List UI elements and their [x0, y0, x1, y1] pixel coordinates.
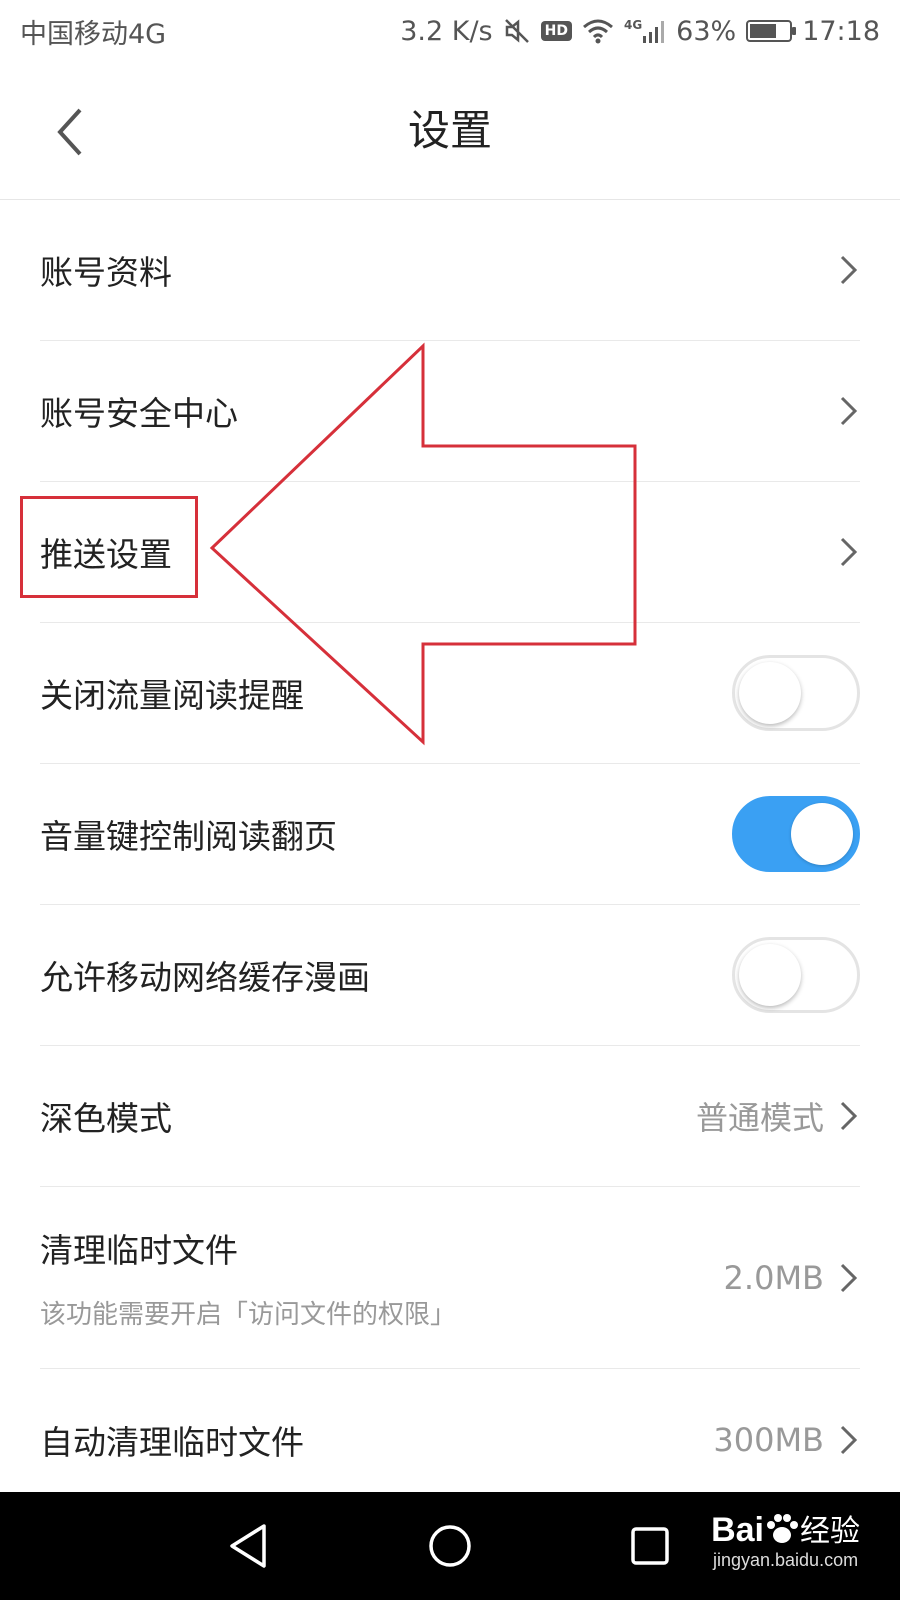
nav-recents-icon[interactable]	[622, 1518, 678, 1574]
carrier-label: 中国移动4G	[20, 18, 167, 50]
setting-label: 自动清理临时文件	[40, 1422, 304, 1462]
chevron-right-icon	[840, 1101, 858, 1131]
setting-dark-mode[interactable]: 深色模式 普通模式	[40, 1046, 860, 1187]
chevron-right-icon	[840, 396, 858, 426]
setting-label: 允许移动网络缓存漫画	[40, 958, 370, 997]
setting-label: 深色模式	[40, 1099, 172, 1138]
cellular-signal-icon: 4G	[624, 18, 666, 44]
watermark-brand: Bai	[711, 1511, 764, 1549]
traffic-reminder-toggle[interactable]	[732, 655, 860, 731]
chevron-right-icon	[840, 1425, 858, 1454]
status-icons: 3.2 K/s HD 4G 63% 17:18	[400, 16, 880, 47]
setting-label: 音量键控制阅读翻页	[40, 817, 337, 856]
battery-percent: 63%	[676, 15, 737, 47]
setting-clear-temp-files[interactable]: 清理临时文件 该功能需要开启「访问文件的权限」 2.0MB	[40, 1187, 860, 1369]
clock: 17:18	[802, 15, 880, 47]
chevron-right-icon	[840, 255, 858, 285]
settings-list: 账号资料 账号安全中心 推送设置 关闭流量阅读提醒 音量键控制阅读翻页 允许移动…	[40, 200, 860, 1510]
mobile-cache-toggle[interactable]	[732, 937, 860, 1013]
setting-label: 账号资料	[40, 253, 172, 292]
network-type-label: 4G	[623, 18, 643, 32]
setting-push-settings[interactable]: 推送设置	[40, 482, 860, 623]
network-speed: 3.2 K/s	[400, 15, 493, 47]
setting-label: 清理临时文件	[40, 1231, 238, 1270]
toggle-knob	[791, 803, 853, 865]
status-bar: 中国移动4G 3.2 K/s HD 4G 63% 17:18	[0, 0, 900, 62]
dark-mode-value: 普通模式	[695, 1099, 824, 1137]
toggle-knob	[739, 662, 801, 724]
setting-mobile-cache-comics: 允许移动网络缓存漫画	[40, 905, 860, 1046]
setting-volume-key-page: 音量键控制阅读翻页	[40, 764, 860, 905]
setting-sublabel: 该功能需要开启「访问文件的权限」	[40, 1300, 457, 1330]
setting-label: 账号安全中心	[40, 394, 238, 433]
watermark-brand-cn: 经验	[800, 1514, 860, 1549]
battery-icon	[746, 20, 797, 42]
setting-label: 关闭流量阅读提醒	[40, 676, 304, 715]
paw-logo-icon	[767, 1514, 798, 1543]
setting-account-info[interactable]: 账号资料	[40, 200, 860, 341]
mute-icon	[503, 17, 531, 45]
auto-clear-size: 300MB	[713, 1420, 824, 1459]
setting-label: 推送设置	[40, 535, 172, 574]
chevron-right-icon	[840, 537, 858, 567]
page-title: 设置	[407, 106, 492, 155]
setting-auto-clear-temp[interactable]: 自动清理临时文件 300MB	[40, 1369, 860, 1510]
toggle-knob	[739, 944, 801, 1006]
setting-close-traffic-reminder: 关闭流量阅读提醒	[40, 623, 860, 764]
nav-back-icon[interactable]	[222, 1518, 278, 1574]
setting-account-security[interactable]: 账号安全中心	[40, 341, 860, 482]
baidu-jingyan-watermark: Bai 经验 jingyan.baidu.com	[711, 1506, 860, 1571]
nav-home-icon[interactable]	[422, 1518, 478, 1574]
temp-files-size: 2.0MB	[723, 1258, 824, 1297]
volume-key-toggle[interactable]	[732, 796, 860, 872]
watermark-url: jingyan.baidu.com	[712, 1550, 859, 1570]
chevron-right-icon	[840, 1263, 858, 1292]
wifi-icon	[582, 18, 614, 44]
system-nav-bar: Bai 经验 jingyan.baidu.com	[0, 1492, 900, 1600]
hd-badge: HD	[540, 21, 572, 41]
header: 设置	[0, 62, 900, 200]
